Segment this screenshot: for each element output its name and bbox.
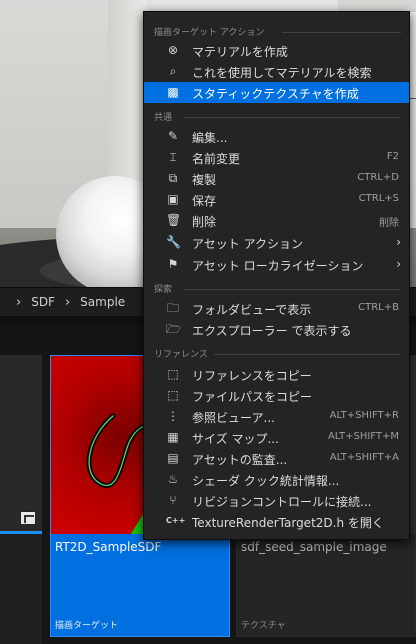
section-divider [214,354,401,355]
menu-item-label: マテリアルを作成 [192,45,288,59]
menu-item-copy-reference[interactable]: ⬚ リファレンスをコピー [144,364,409,385]
submenu-arrow-icon: › [396,257,401,271]
section-divider [282,32,401,33]
asset-name: RT2D_SampleSDF [55,540,162,554]
menu-item-shortcut: CTRL+D [357,172,399,183]
edit-icon: ✎ [167,129,179,143]
copy-path-icon: ⬚ [167,388,179,402]
flag-icon: ⚑ [167,257,179,271]
breadcrumb-item-sample[interactable]: Sample [74,295,131,309]
menu-item-asset-localization[interactable]: ⚑ アセット ローカライゼーション › [144,254,409,275]
menu-item-label: TextureRenderTarget2D.h を開く [192,516,384,530]
menu-item-shortcut: 削除 [379,218,399,229]
menu-item-asset-actions[interactable]: 🔧 アセット アクション › [144,232,409,253]
size-map-icon: ▦ [167,430,179,444]
section-divider [184,117,401,118]
menu-item-label: フォルダビューで表示 [192,303,312,317]
menu-item-label: 複製 [192,173,217,187]
menu-item-show-in-explorer[interactable]: 🗁 エクスプローラー で表示する [144,319,409,340]
search-icon: ⌕ [169,64,177,78]
menu-item-size-map[interactable]: ▦ サイズ マップ... ALT+SHIFT+M [144,427,409,448]
breadcrumb-separator-icon: › [64,294,71,310]
menu-item-label: 名前変更 [192,152,241,166]
menu-item-copy-file-path[interactable]: ⬚ ファイルパスをコピー [144,385,409,406]
rename-icon: ⌶ [169,150,177,164]
audit-icon: ▤ [167,451,179,465]
copy-icon: ⬚ [167,367,179,381]
branch-icon: ⑂ [169,493,177,507]
menu-item-shader-cook-stats[interactable]: ♨ シェーダ クック統計情報... [144,469,409,490]
reference-viewer-icon: ⋮ [167,409,179,423]
menu-item-label: シェーダ クック統計情報... [192,474,340,488]
menu-item-label: アセットの監査... [192,453,288,467]
menu-item-label: サイズ マップ... [192,432,279,446]
menu-item-label: リビジョンコントロールに接続... [192,495,372,509]
cpp-icon: C++ [166,516,186,525]
breadcrumb-item-sdf[interactable]: SDF [25,295,61,309]
asset-type-color-bar [0,531,42,534]
menu-item-shortcut: ALT+SHIFT+M [327,431,399,442]
menu-item-edit[interactable]: ✎ 編集... [144,126,409,147]
trash-icon: 🗑 [166,213,182,227]
section-divider [184,289,401,290]
menu-item-connect-revision-control[interactable]: ⑂ リビジョンコントロールに接続... [144,490,409,511]
menu-item-audit-assets[interactable]: ▤ アセットの監査... ALT+SHIFT+A [144,448,409,469]
menu-item-delete[interactable]: 🗑 削除 削除 [144,210,409,231]
section-header-render-target: 描画ターゲット アクション [144,23,409,39]
menu-item-shortcut: ALT+SHIFT+A [329,452,399,463]
menu-item-create-material[interactable]: ⊗ マテリアルを作成 [144,40,409,61]
material-icon: ⊗ [167,43,179,57]
breadcrumb-separator-icon: › [16,294,22,310]
menu-item-label: 編集... [192,131,228,145]
folder-search-icon: 🗀 [166,301,179,315]
menu-item-create-static-texture[interactable]: ▩ スタティックテクスチャを作成 [144,82,409,103]
asset-type-label: 描画ターゲット [55,621,119,631]
menu-item-label: スタティックテクスチャを作成 [192,87,359,101]
menu-item-open-header-file[interactable]: C++ TextureRenderTarget2D.h を開く [144,511,409,532]
asset-label-area [0,535,42,644]
menu-item-shortcut: CTRL+S [358,193,399,204]
section-title: リファレンス [154,350,208,360]
wrench-icon: 🔧 [166,235,181,249]
submenu-arrow-icon: › [396,235,401,249]
menu-item-show-in-folder-view[interactable]: 🗀 フォルダビューで表示 CTRL+B [144,298,409,319]
menu-item-label: アセット アクション [192,237,303,251]
menu-item-label: リファレンスをコピー [192,369,312,383]
checker-icon: ▩ [167,85,179,99]
section-title: 探索 [154,285,173,295]
section-title: 描画ターゲット アクション [154,28,265,38]
menu-item-find-materials[interactable]: ⌕ これを使用してマテリアルを検索 [144,61,409,82]
menu-item-shortcut: F2 [386,151,399,162]
menu-item-rename[interactable]: ⌶ 名前変更 F2 [144,147,409,168]
menu-item-label: 参照ビューア... [192,411,275,425]
menu-item-label: これを使用してマテリアルを検索 [192,66,372,80]
menu-item-reference-viewer[interactable]: ⋮ 参照ビューア... ALT+SHIFT+R [144,406,409,427]
menu-item-label: アセット ローカライゼーション [192,259,364,273]
menu-item-label: エクスプローラー で表示する [192,324,352,338]
asset-name: sdf_seed_sample_image [241,540,387,554]
asset-type-icon [20,511,36,525]
section-header-common: 共通 [144,108,409,124]
asset-tile-partial[interactable] [0,355,42,644]
menu-item-label: 保存 [192,194,217,208]
save-icon: ▣ [167,192,179,206]
duplicate-icon: ⧉ [168,171,178,185]
menu-item-duplicate[interactable]: ⧉ 複製 CTRL+D [144,168,409,189]
menu-item-save[interactable]: ▣ 保存 CTRL+S [144,189,409,210]
asset-type-label: テクスチャ [241,621,286,631]
menu-item-shortcut: ALT+SHIFT+R [329,410,399,421]
folder-icon: 🗁 [166,322,181,336]
shader-icon: ♨ [167,472,179,486]
asset-context-menu: 描画ターゲット アクション ⊗ マテリアルを作成 ⌕ これを使用してマテリアルを… [143,11,410,540]
section-title: 共通 [154,113,173,123]
asset-thumbnail [0,355,42,533]
menu-item-label: ファイルパスをコピー [192,390,313,404]
menu-item-label: 削除 [192,215,217,229]
section-header-references: リファレンス [144,345,409,361]
section-header-explore: 探索 [144,280,409,296]
menu-item-shortcut: CTRL+B [358,302,399,313]
